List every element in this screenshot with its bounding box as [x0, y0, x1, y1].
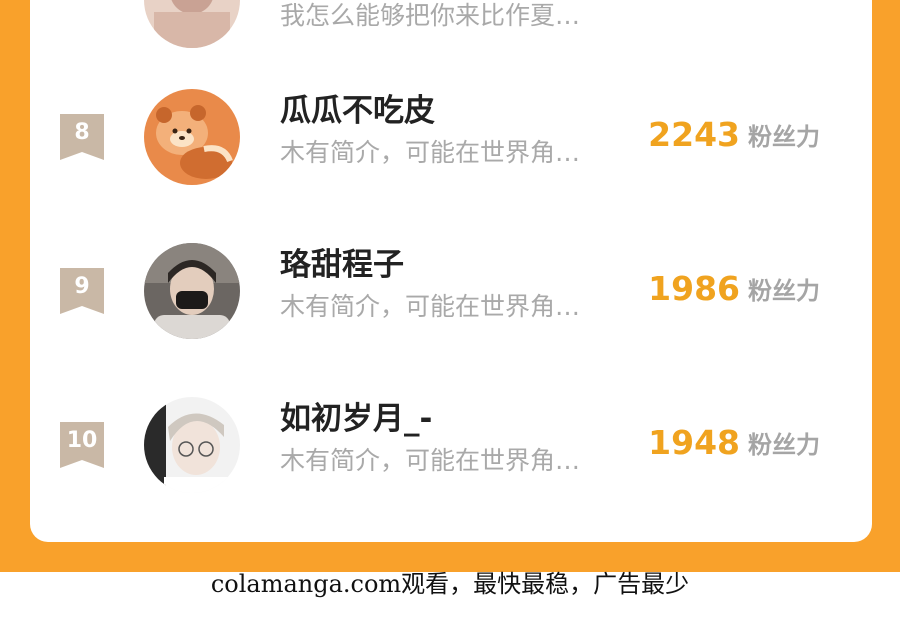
glasses-person-avatar[interactable] [144, 397, 240, 493]
user-bio: 木有简介，可能在世界角… [280, 446, 581, 475]
fan-power-score: 1948 粉丝力 [648, 423, 820, 467]
user-bio: 我怎么能够把你来比作夏… [280, 1, 581, 30]
score-value: 1948 [648, 423, 740, 462]
rank-badge: 10 [60, 422, 104, 468]
list-item[interactable]: 8 瓜瓜不吃皮 木有简介，可能在世界角… 2243 粉丝力 [30, 77, 872, 197]
ranking-card: 我怎么能够把你来比作夏… 8 瓜瓜不吃皮 木有简介，可能在世界角… 2243 粉… [30, 0, 872, 542]
rank-number: 10 [66, 428, 98, 453]
score-value: 1986 [648, 269, 740, 308]
watermark-footer: colamanga.com观看，最快最稳，广告最少 [0, 572, 900, 633]
user-bio: 木有简介，可能在世界角… [280, 138, 581, 167]
list-item[interactable]: 10 如初岁月_- 木有简介，可能在世界角… 1948 粉丝力 [30, 385, 872, 505]
score-unit: 粉丝力 [748, 123, 820, 151]
red-panda-avatar[interactable] [144, 89, 240, 185]
fan-power-score: 2243 粉丝力 [648, 115, 820, 159]
list-item[interactable]: 9 珞甜程子 木有简介，可能在世界角… 1986 粉丝力 [30, 231, 872, 351]
footer-text: colamanga.com观看，最快最稳，广告最少 [210, 570, 690, 598]
masked-person-avatar[interactable] [144, 243, 240, 339]
avatar [144, 0, 240, 48]
list-item-partial[interactable]: 我怎么能够把你来比作夏… [30, 0, 872, 60]
user-name: 瓜瓜不吃皮 [280, 93, 435, 129]
score-value: 2243 [648, 115, 740, 154]
rank-badge: 8 [60, 114, 104, 160]
rank-number: 9 [74, 274, 90, 299]
score-unit: 粉丝力 [748, 277, 820, 305]
user-name: 如初岁月_- [280, 401, 433, 437]
user-bio: 木有简介，可能在世界角… [280, 292, 581, 321]
score-unit: 粉丝力 [748, 431, 820, 459]
rank-badge: 9 [60, 268, 104, 314]
fan-power-score: 1986 粉丝力 [648, 269, 820, 313]
user-name: 珞甜程子 [280, 247, 404, 283]
rank-number: 8 [74, 120, 90, 145]
